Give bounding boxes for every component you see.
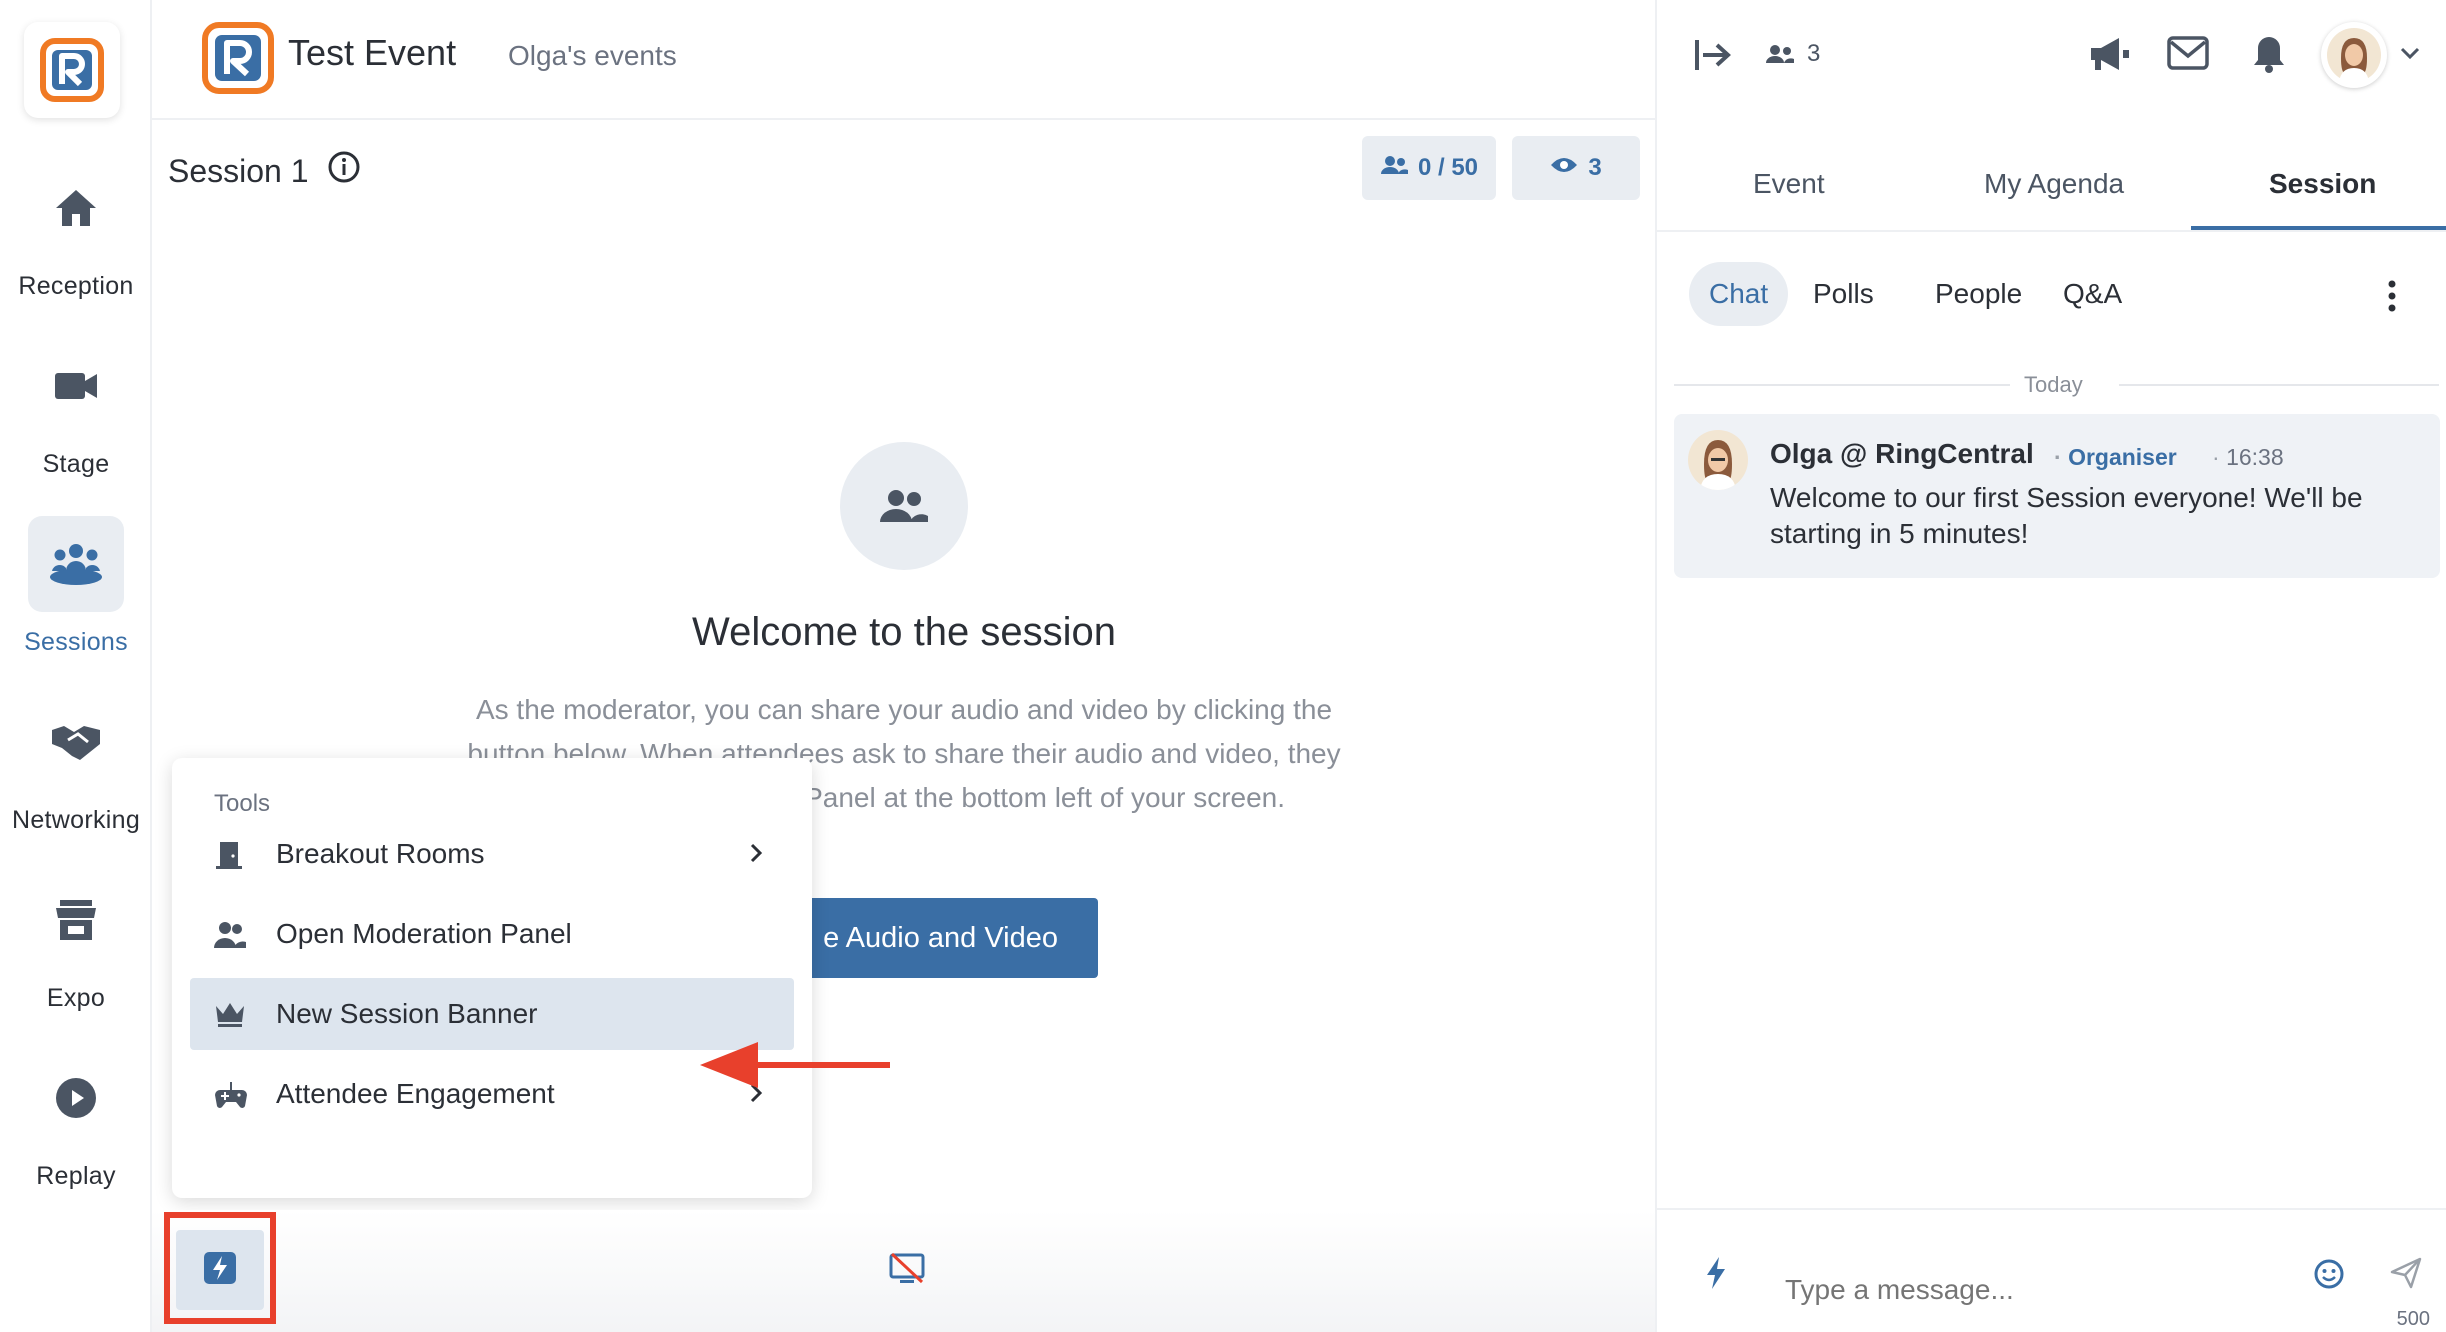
video-camera-icon (28, 338, 124, 434)
message-time-text: 16:38 (2226, 444, 2284, 470)
people-icon (214, 920, 246, 950)
online-count: 3 (1807, 40, 1821, 67)
left-navigation: Reception Stage Sessions Networking Expo (0, 0, 152, 1332)
group-icon (28, 516, 124, 612)
send-icon[interactable] (2389, 1256, 2423, 1295)
message-role: · Organiser (2054, 444, 2177, 470)
attendee-count-badge[interactable]: 0 / 50 (1362, 136, 1496, 200)
annotation-arrow (700, 1042, 890, 1088)
message-text: Welcome to our first Session everyone! W… (1770, 482, 2363, 549)
viewer-count: 3 (1588, 154, 1602, 181)
play-icon (28, 1050, 124, 1146)
bell-icon[interactable] (2251, 34, 2287, 79)
home-icon (28, 160, 124, 256)
nav-label: Reception (18, 272, 134, 300)
nav-item-reception[interactable]: Reception (0, 160, 152, 301)
chevron-down-icon[interactable] (2399, 46, 2421, 65)
emoji-icon[interactable] (2313, 1258, 2345, 1295)
nav-label: Sessions (24, 628, 128, 656)
event-header: Test Event Olga's events (152, 0, 1655, 120)
event-title: Test Event (288, 32, 457, 73)
handshake-icon (28, 694, 124, 790)
screen-share-off-icon[interactable] (888, 1252, 926, 1286)
eye-icon (1550, 154, 1578, 182)
character-limit: 500 (2396, 1308, 2430, 1330)
subtab-polls[interactable]: Polls (1793, 262, 1894, 326)
nav-item-expo[interactable]: Expo (0, 872, 152, 1013)
nav-item-sessions[interactable]: Sessions (0, 516, 152, 657)
session-title: Session 1 (168, 150, 361, 192)
message-avatar[interactable] (1688, 430, 1748, 490)
session-name: Session 1 (168, 152, 309, 189)
panel-tabs: Event My Agenda Session (1657, 150, 2446, 232)
tab-session[interactable]: Session (2269, 168, 2376, 200)
annotation-highlight-box (164, 1212, 276, 1324)
people-icon (1380, 154, 1408, 182)
tool-label: Attendee Engagement (276, 1078, 555, 1109)
message-time: · 16:38 (2212, 444, 2284, 470)
nav-label: Stage (42, 450, 110, 478)
tool-label: Breakout Rooms (276, 838, 485, 869)
tab-my-agenda[interactable]: My Agenda (1984, 168, 2124, 200)
info-icon[interactable] (327, 150, 361, 192)
active-tab-indicator (2191, 226, 2446, 230)
avatar[interactable] (2321, 22, 2387, 88)
chevron-right-icon (748, 840, 764, 872)
mail-icon[interactable] (2167, 36, 2209, 75)
event-logo (202, 22, 274, 94)
tool-label: New Session Banner (276, 998, 538, 1029)
divider-line (1674, 384, 2010, 386)
panel-topbar: 3 (1657, 0, 2446, 110)
tool-item-breakout-rooms[interactable]: Breakout Rooms (190, 818, 794, 890)
welcome-group-icon (840, 442, 968, 570)
tab-event[interactable]: Event (1753, 168, 1825, 200)
subtab-people[interactable]: People (1915, 262, 2042, 326)
welcome-line: As the moderator, you can share your aud… (475, 694, 1333, 725)
message-input[interactable] (1785, 1274, 2265, 1306)
lightning-icon[interactable] (1705, 1256, 1727, 1295)
chat-message: Olga @ RingCentral · Organiser · 16:38 W… (1674, 414, 2440, 578)
message-composer: 500 (1657, 1208, 2446, 1332)
more-options-icon[interactable] (2387, 280, 2397, 317)
nav-item-networking[interactable]: Networking (0, 694, 152, 835)
door-icon (214, 840, 246, 870)
gamepad-icon (214, 1080, 247, 1110)
day-divider: Today (2024, 372, 2083, 397)
message-role-text: Organiser (2068, 444, 2177, 470)
welcome-title: Welcome to the session (692, 610, 1116, 654)
divider-line (2119, 384, 2439, 386)
message-author[interactable]: Olga @ RingCentral (1770, 438, 2034, 470)
subtab-qa[interactable]: Q&A (2043, 262, 2142, 326)
tools-menu: Tools Breakout Rooms Open Moderation Pan… (172, 758, 812, 1198)
viewer-count-badge[interactable]: 3 (1512, 136, 1640, 200)
online-people-icon (1765, 44, 1795, 69)
tool-label: Open Moderation Panel (276, 918, 572, 949)
tool-item-moderation-panel[interactable]: Open Moderation Panel (190, 898, 794, 970)
nav-item-stage[interactable]: Stage (0, 338, 152, 479)
nav-label: Expo (46, 984, 106, 1012)
storefront-icon (28, 872, 124, 968)
nav-item-replay[interactable]: Replay (0, 1050, 152, 1191)
megaphone-icon[interactable] (2087, 34, 2131, 79)
nav-label: Networking (11, 806, 141, 834)
right-panel: 3 Event My Agenda Session Chat Polls Peo… (1655, 0, 2446, 1332)
crown-icon (214, 1000, 246, 1030)
nav-label: Replay (36, 1162, 116, 1190)
event-owner[interactable]: Olga's events (508, 40, 677, 72)
app-logo[interactable] (24, 22, 120, 118)
collapse-panel-icon[interactable] (1693, 38, 1733, 77)
subtab-chat[interactable]: Chat (1689, 262, 1789, 326)
attendee-count: 0 / 50 (1417, 154, 1479, 181)
tools-heading: Tools (214, 790, 271, 817)
